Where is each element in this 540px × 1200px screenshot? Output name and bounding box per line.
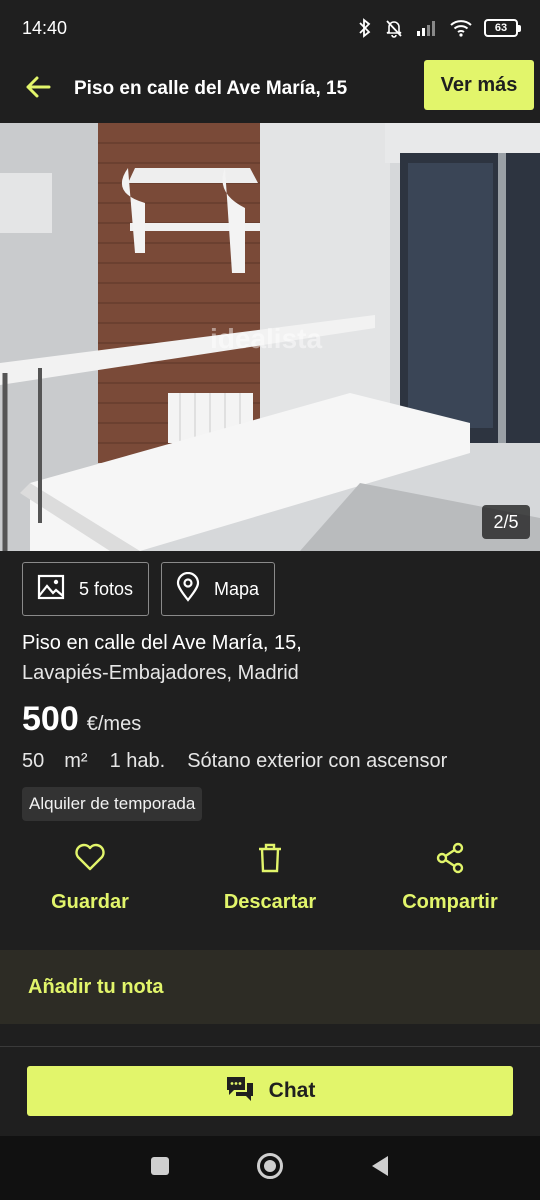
- share-icon: [435, 842, 465, 879]
- ver-mas-button[interactable]: Ver más: [424, 60, 534, 110]
- fotos-button[interactable]: 5 fotos: [22, 562, 149, 616]
- chat-icon: [225, 1075, 255, 1108]
- guardar-button[interactable]: Guardar: [0, 842, 180, 914]
- compartir-button[interactable]: Compartir: [360, 842, 540, 914]
- bluetooth-icon: [358, 18, 372, 38]
- recents-button[interactable]: [150, 1156, 170, 1181]
- compartir-label: Compartir: [402, 891, 498, 913]
- listing-address: Piso en calle del Ave María, 15, Lavapié…: [22, 628, 522, 688]
- fotos-label: 5 fotos: [79, 578, 134, 599]
- signal-icon: [416, 20, 438, 36]
- circle-icon: [256, 1152, 284, 1184]
- mapa-label: Mapa: [214, 578, 260, 599]
- add-note-label: Añadir tu nota: [28, 975, 164, 998]
- media-chips: 5 fotos Mapa: [22, 562, 275, 616]
- guardar-label: Guardar: [51, 891, 129, 913]
- status-time: 14:40: [22, 17, 68, 38]
- chat-button[interactable]: Chat: [27, 1066, 513, 1116]
- trash-icon: [256, 842, 284, 879]
- area-value: 50: [22, 750, 45, 772]
- page-title: Piso en calle del Ave María, 15: [74, 78, 348, 99]
- image-icon: [37, 574, 65, 605]
- system-back-button[interactable]: [370, 1155, 390, 1182]
- address-line-2: Lavapiés-Embajadores, Madrid: [22, 662, 299, 684]
- descartar-button[interactable]: Descartar: [180, 842, 360, 914]
- descartar-label: Descartar: [223, 891, 317, 913]
- price-unit: €/mes: [86, 713, 142, 735]
- price-value: 500: [22, 700, 79, 738]
- listing-price: 500 €/mes: [22, 700, 141, 739]
- back-button[interactable]: [10, 61, 66, 117]
- rental-type-tag: Alquiler de temporada: [22, 787, 203, 821]
- muted-bell-icon: [384, 18, 404, 38]
- wifi-icon: [450, 19, 472, 37]
- add-note-button[interactable]: Añadir tu nota: [0, 950, 540, 1024]
- listing-actions: Guardar Descartar Compartir: [0, 842, 540, 920]
- arrow-left-icon: [25, 75, 51, 104]
- photo-counter: 2/5: [482, 505, 530, 539]
- system-nav-bar: [0, 1136, 540, 1200]
- area-feature: 50 m²: [22, 750, 88, 773]
- triangle-back-icon: [370, 1155, 390, 1181]
- status-icons: 63: [358, 18, 521, 38]
- photo-watermark: idealista: [210, 323, 322, 354]
- room-photo-illustration: idealista: [0, 123, 540, 551]
- battery-indicator: 63: [484, 19, 521, 37]
- map-pin-icon: [176, 571, 200, 607]
- chat-label: Chat: [268, 1079, 316, 1102]
- divider: [0, 1046, 540, 1047]
- address-line-1: Piso en calle del Ave María, 15,: [22, 632, 302, 654]
- rooms-feature: 1 hab.: [109, 750, 166, 772]
- listing-features: 50 m² 1 hab. Sótano exterior con ascenso…: [22, 750, 447, 773]
- listing-photo[interactable]: idealista 2/5: [0, 123, 540, 551]
- square-icon: [150, 1156, 170, 1180]
- home-button[interactable]: [256, 1152, 284, 1185]
- status-bar: 14:40 63: [0, 0, 540, 56]
- floor-feature: Sótano exterior con ascensor: [187, 750, 448, 772]
- heart-icon: [74, 842, 106, 877]
- area-unit: m²: [64, 750, 88, 772]
- mapa-button[interactable]: Mapa: [161, 562, 275, 616]
- app-bar: Piso en calle del Ave María, 15 Ver más: [0, 56, 540, 122]
